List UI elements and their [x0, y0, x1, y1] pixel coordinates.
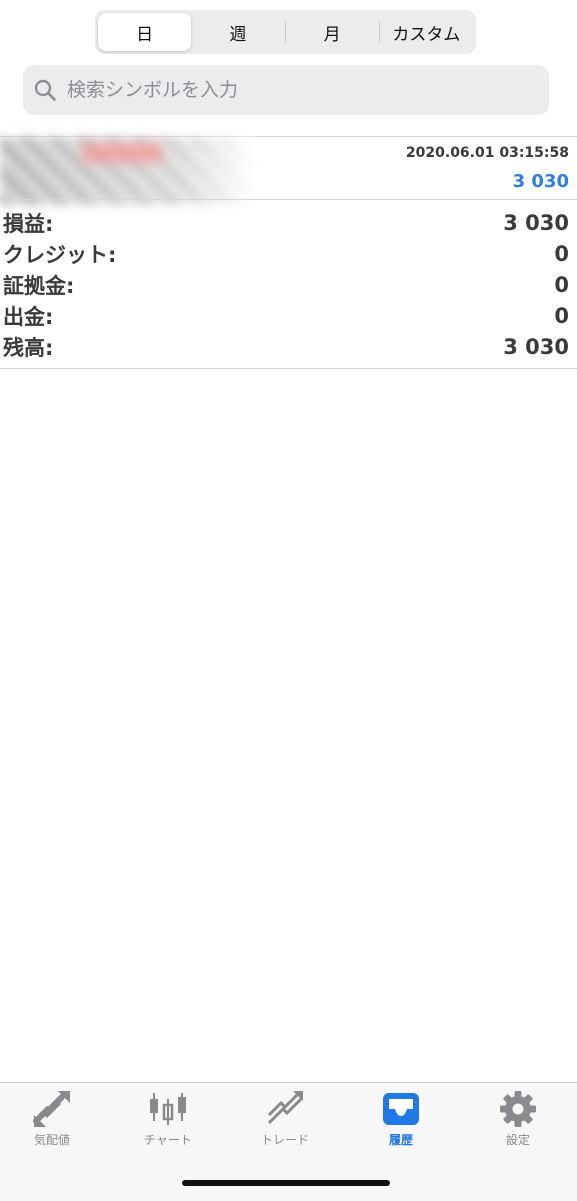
search-icon — [34, 79, 56, 101]
summary-label: 出金: — [3, 304, 54, 329]
tab-custom[interactable]: カスタム — [380, 13, 473, 51]
tab-quotes[interactable]: 気配値 — [0, 1091, 110, 1151]
tab-day[interactable]: 日 — [98, 13, 192, 51]
divider — [0, 368, 577, 369]
tab-label: 気配値 — [33, 1133, 70, 1147]
summary-withdrawal-row: 出金: 0 — [0, 300, 577, 331]
summary-label: 残高: — [3, 335, 54, 360]
tab-trade[interactable]: トレード — [227, 1091, 343, 1151]
tab-history[interactable]: 履歴 — [343, 1091, 459, 1151]
period-segmented-control: 日 週 月 カスタム — [95, 10, 476, 54]
tab-label: 設定 — [505, 1133, 530, 1147]
search-bar[interactable] — [23, 65, 549, 115]
trade-trend-icon — [267, 1091, 303, 1125]
summary-balance-row: 残高: 3 030 — [0, 331, 577, 362]
tab-label: チャート — [144, 1133, 192, 1147]
deal-timestamp: 2020.06.01 03:15:58 — [405, 145, 569, 161]
tab-week[interactable]: 週 — [191, 13, 284, 51]
history-inbox-icon — [383, 1093, 419, 1125]
summary-label: 証拠金: — [3, 273, 75, 298]
tab-month[interactable]: 月 — [286, 13, 379, 51]
summary-profit-row: 損益: 3 030 — [0, 207, 577, 238]
settings-gear-icon — [500, 1091, 536, 1127]
deal-row[interactable]: 2020.06.01 03:15:58 3 030 — [0, 137, 577, 205]
summary-credit-row: クレジット: 0 — [0, 238, 577, 269]
tab-settings[interactable]: 設定 — [460, 1091, 576, 1151]
deal-profit: 3 030 — [512, 171, 569, 192]
search-input[interactable] — [65, 78, 529, 102]
tab-chart[interactable]: チャート — [110, 1091, 226, 1151]
summary-value: 0 — [554, 241, 569, 266]
summary-deposit-row: 証拠金: 0 — [0, 269, 577, 300]
tab-label: 履歴 — [388, 1133, 413, 1147]
quotes-arrows-icon — [33, 1091, 70, 1127]
redacted-symbol-highlight — [82, 143, 162, 163]
summary-value: 3 030 — [503, 334, 569, 359]
summary-value: 3 030 — [503, 210, 569, 235]
candlestick-chart-icon — [150, 1093, 186, 1125]
history-summary: 損益: 3 030 クレジット: 0 証拠金: 0 出金: 0 残高: 3 03… — [0, 207, 577, 362]
summary-label: クレジット: — [3, 242, 117, 267]
summary-value: 0 — [554, 272, 569, 297]
summary-label: 損益: — [3, 211, 54, 236]
divider — [0, 199, 577, 200]
home-indicator — [182, 1180, 390, 1186]
tab-label: トレード — [260, 1133, 309, 1147]
summary-value: 0 — [554, 303, 569, 328]
